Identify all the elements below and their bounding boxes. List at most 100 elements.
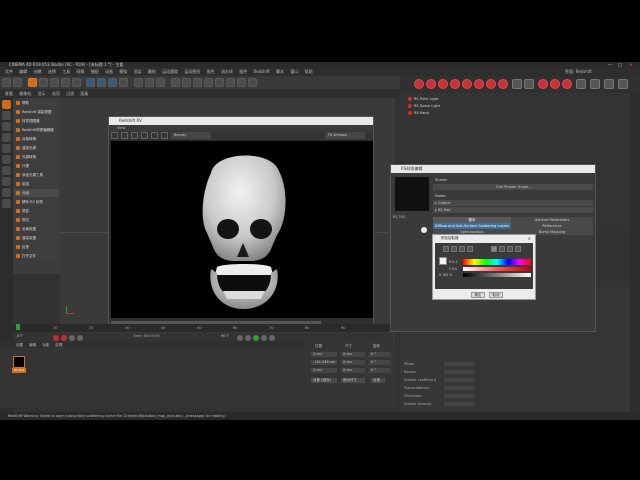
current-color-swatch[interactable] bbox=[439, 257, 447, 265]
select-tool-icon[interactable] bbox=[28, 78, 37, 87]
cancel-button[interactable]: 取消 bbox=[489, 292, 503, 298]
object-item[interactable]: RS Mesh bbox=[408, 110, 429, 116]
scale-tool-icon[interactable] bbox=[50, 78, 59, 87]
menu-item-fix[interactable]: 修复 bbox=[14, 207, 59, 215]
attr-field[interactable] bbox=[444, 394, 474, 398]
lock-icon[interactable] bbox=[2, 177, 11, 186]
edges-mode-icon[interactable] bbox=[2, 144, 11, 153]
rs-light-icon[interactable] bbox=[438, 79, 448, 89]
coord-mode-dropdown[interactable]: 对象 (相对) bbox=[311, 378, 337, 383]
edit-shader-graph-button[interactable]: Edit Shader Graph... bbox=[433, 184, 593, 190]
viewport-menu-item[interactable]: 查看 bbox=[5, 91, 13, 96]
picture-icon[interactable] bbox=[467, 246, 473, 252]
render-view-icon[interactable] bbox=[134, 78, 143, 87]
rs-environment-icon[interactable] bbox=[604, 79, 614, 89]
y-axis-icon[interactable] bbox=[97, 78, 106, 87]
menu-item[interactable]: 运动图形 bbox=[184, 68, 200, 76]
rs-light-icon[interactable] bbox=[486, 79, 496, 89]
current-frame[interactable]: 0 F bbox=[17, 334, 22, 338]
rs-settings-icon[interactable] bbox=[576, 79, 586, 89]
material-menu-item[interactable]: 纹理 bbox=[55, 343, 62, 347]
menu-item[interactable]: 编辑 bbox=[19, 68, 27, 76]
position-x-field[interactable]: 0 cm bbox=[311, 352, 337, 357]
menu-item[interactable]: 动画 bbox=[105, 68, 113, 76]
rotate-tool-icon[interactable] bbox=[61, 78, 70, 87]
menu-item-open-file[interactable]: 打开文件 bbox=[14, 252, 59, 260]
menu-item[interactable]: 模拟 bbox=[119, 68, 127, 76]
menu-item-render-lights[interactable]: 渲染光源 bbox=[14, 144, 59, 152]
rs-material-icon[interactable] bbox=[562, 79, 572, 89]
viewport-menu-item[interactable]: 摄像机 bbox=[19, 91, 31, 96]
value-slider[interactable] bbox=[463, 273, 531, 277]
attr-field[interactable] bbox=[444, 370, 474, 374]
menu-item-material-editor[interactable]: Redshift材质编辑器 bbox=[14, 126, 59, 134]
hsv-mode-icon[interactable] bbox=[499, 246, 505, 252]
position-y-field[interactable]: -141.346 cm bbox=[311, 360, 337, 365]
rs-help-icon[interactable] bbox=[618, 79, 628, 89]
menu-item[interactable]: 运动跟踪 bbox=[162, 68, 178, 76]
texture-mode-icon[interactable] bbox=[2, 111, 11, 120]
kelvin-mode-icon[interactable] bbox=[507, 246, 513, 252]
axis-icon[interactable] bbox=[2, 199, 11, 208]
timeline-ruler[interactable]: 0 10 20 30 40 50 60 70 80 90 bbox=[13, 324, 393, 332]
next-frame-icon[interactable] bbox=[261, 335, 267, 341]
rotation-p-field[interactable]: 0 ° bbox=[369, 360, 391, 365]
size-mode-dropdown[interactable]: 绝对尺寸 bbox=[341, 378, 365, 383]
menu-item[interactable]: 文件 bbox=[5, 68, 13, 76]
node-rs-mat[interactable]: ▸ RS Mat bbox=[433, 207, 593, 213]
rs-light-icon[interactable] bbox=[462, 79, 472, 89]
region-icon[interactable] bbox=[151, 132, 158, 139]
viewport-menu-item[interactable]: 面板 bbox=[80, 91, 88, 96]
menu-item[interactable]: 工具 bbox=[62, 68, 70, 76]
prev-frame-icon[interactable] bbox=[245, 335, 251, 341]
material-menu-item[interactable]: 编辑 bbox=[29, 343, 36, 347]
menu-item-group[interactable]: 分组 bbox=[14, 189, 59, 197]
rs-light-icon[interactable] bbox=[450, 79, 460, 89]
light-icon[interactable] bbox=[248, 78, 257, 87]
rs-proxy-icon[interactable] bbox=[512, 79, 522, 89]
close-icon[interactable]: ✕ bbox=[528, 235, 531, 242]
viewport-menu-item[interactable]: 显示 bbox=[38, 91, 46, 96]
attr-field[interactable] bbox=[444, 378, 474, 382]
menu-item-test[interactable]: 测试 bbox=[14, 216, 59, 224]
camera-icon[interactable] bbox=[237, 78, 246, 87]
menu-item[interactable]: 渲染 bbox=[134, 68, 142, 76]
menu-item-render-settings[interactable]: 渲染设置 bbox=[14, 234, 59, 242]
menu-item[interactable]: 捕捉 bbox=[91, 68, 99, 76]
rs-light-icon[interactable] bbox=[498, 79, 508, 89]
subdivision-icon[interactable] bbox=[193, 78, 202, 87]
undo-icon[interactable] bbox=[2, 78, 11, 87]
preview-play-icon[interactable] bbox=[421, 227, 427, 233]
menu-item[interactable]: 雕刻 bbox=[148, 68, 156, 76]
menu-item-material-viewer[interactable]: 材质视图器 bbox=[14, 117, 59, 125]
menu-item-proxy[interactable]: 代理 bbox=[14, 162, 59, 170]
end-frame[interactable]: 90 F bbox=[221, 334, 229, 338]
world-coords-icon[interactable] bbox=[119, 78, 128, 87]
spline-pen-icon[interactable] bbox=[182, 78, 191, 87]
menu-item[interactable]: 角色 bbox=[207, 68, 215, 76]
rs-tag-icon[interactable] bbox=[590, 79, 600, 89]
rs-material-icon[interactable] bbox=[550, 79, 560, 89]
right-tab-strip[interactable] bbox=[630, 92, 640, 412]
attr-field[interactable] bbox=[444, 402, 474, 406]
workplane-icon[interactable] bbox=[2, 122, 11, 131]
grid-icon[interactable] bbox=[2, 188, 11, 197]
material-thumbnail[interactable] bbox=[13, 356, 25, 368]
rotation-b-field[interactable]: 0 ° bbox=[369, 368, 391, 373]
menu-item-render-view[interactable]: Redshift 渲染视图 bbox=[14, 108, 59, 116]
wheel-icon[interactable] bbox=[451, 246, 457, 252]
hue-slider[interactable] bbox=[463, 259, 531, 265]
menu-item[interactable]: 窗口 bbox=[290, 68, 298, 76]
play-icon[interactable] bbox=[253, 335, 259, 341]
menu-item[interactable]: 流水线 bbox=[221, 68, 233, 76]
array-icon[interactable] bbox=[204, 78, 213, 87]
bend-icon[interactable] bbox=[215, 78, 224, 87]
attr-field[interactable] bbox=[444, 362, 474, 366]
object-item[interactable]: RS Point Light bbox=[408, 96, 438, 102]
menu-item[interactable]: 选择 bbox=[48, 68, 56, 76]
size-x-field[interactable]: 0 cm bbox=[341, 352, 365, 357]
menu-item[interactable]: Redshift bbox=[254, 68, 270, 76]
material-label[interactable]: RS Mat bbox=[12, 368, 26, 373]
rs-material-icon[interactable] bbox=[538, 79, 548, 89]
menu-item-object-convert[interactable]: 对象转换 bbox=[14, 135, 59, 143]
